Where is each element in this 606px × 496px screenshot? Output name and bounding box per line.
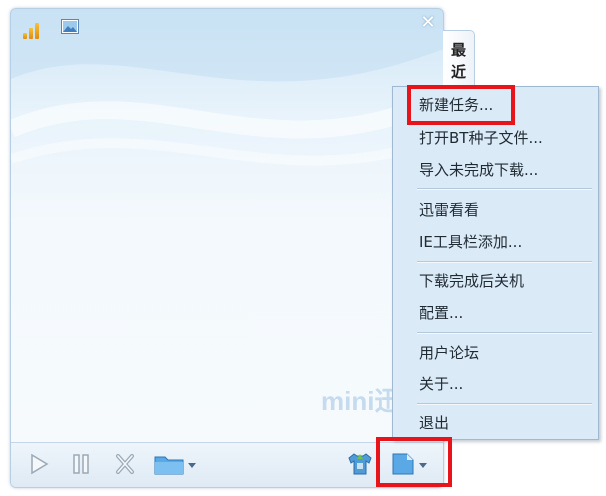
- mini-thunder-window: ✕ mini迅雷: [10, 8, 444, 488]
- menu-item-shutdown-after-download[interactable]: 下载完成后关机: [419, 268, 524, 294]
- background-wave: [11, 9, 443, 166]
- menu-item-exit[interactable]: 退出: [419, 410, 449, 436]
- menu-item-xunlei-kankan[interactable]: 迅雷看看: [419, 197, 479, 223]
- menu-item-import-unfinished[interactable]: 导入未完成下载...: [419, 157, 538, 183]
- delete-icon[interactable]: [113, 451, 137, 477]
- folder-dropdown-icon[interactable]: [153, 451, 199, 477]
- menu-separator: [417, 261, 592, 263]
- picture-icon[interactable]: [61, 19, 79, 34]
- highlight-menu-button: [376, 437, 452, 487]
- menu-item-user-forum[interactable]: 用户论坛: [419, 340, 479, 366]
- signal-bars-icon: [23, 19, 47, 39]
- tab-recent-label: 最近: [450, 41, 466, 81]
- menu-item-open-bt-torrent[interactable]: 打开BT种子文件...: [419, 125, 543, 151]
- shirt-skin-icon[interactable]: [345, 451, 375, 477]
- menu-separator: [417, 188, 592, 190]
- main-context-menu: 新建任务... 打开BT种子文件... 导入未完成下载... 迅雷看看 IE工具…: [392, 86, 599, 440]
- menu-item-about[interactable]: 关于...: [419, 371, 463, 397]
- menu-separator: [417, 332, 592, 334]
- menu-item-settings[interactable]: 配置...: [419, 300, 463, 326]
- menu-item-ie-toolbar[interactable]: IE工具栏添加...: [419, 229, 522, 255]
- pause-icon[interactable]: [69, 451, 93, 477]
- close-icon[interactable]: ✕: [419, 14, 437, 32]
- highlight-new-task: [407, 85, 515, 125]
- play-icon[interactable]: [27, 451, 51, 477]
- menu-separator: [417, 403, 592, 405]
